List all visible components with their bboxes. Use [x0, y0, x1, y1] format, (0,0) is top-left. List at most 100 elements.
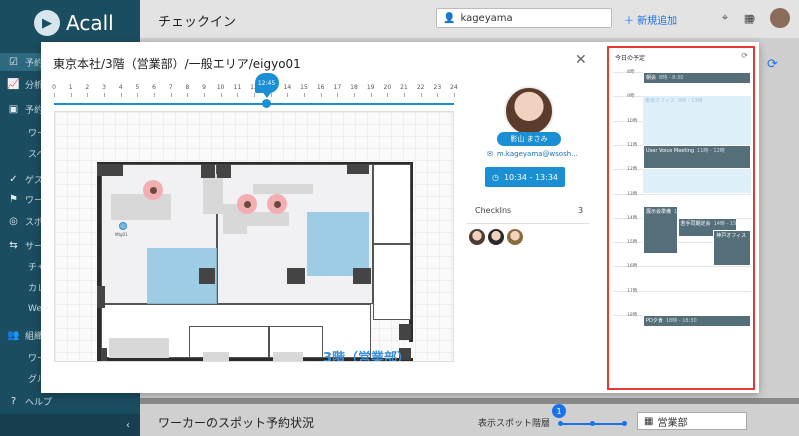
timeline-tick-label: 11: [233, 84, 242, 91]
timeline-tick-label: 16: [316, 84, 325, 91]
add-new-button[interactable]: ＋ 新規追加: [624, 12, 677, 27]
avatar[interactable]: [770, 8, 790, 28]
schedule-event[interactable]: PD夕食 18時 - 18:30: [643, 315, 751, 328]
timeline-current-label: 12:45: [254, 73, 279, 93]
timeline-tick: [437, 93, 439, 97]
search-value: kageyama: [460, 12, 513, 24]
checkin-time-button[interactable]: ◷ 10:34 - 13:34: [485, 167, 565, 187]
schedule-event-time: 11時 - 12時: [697, 147, 725, 154]
map-room: [189, 326, 269, 358]
globe-icon[interactable]: ⊕: [744, 11, 758, 25]
sidebar-collapse-bar[interactable]: ‹: [0, 414, 140, 436]
schedule-event-title: 朝会: [646, 75, 657, 81]
schedule-event-title: 神戸オフィス: [716, 232, 747, 239]
avatar[interactable]: [488, 229, 504, 245]
floor-select-value: 営業部: [657, 417, 688, 429]
map-pillar: [287, 268, 305, 284]
map-pin-icon[interactable]: ⌖: [718, 11, 732, 25]
sidebar-help[interactable]: ? ヘルプ: [8, 395, 52, 408]
bottom-bar: ワーカーのスポット予約状況 表示スポット階層 1 ▦ 営業部: [140, 404, 799, 436]
map-pillar: [347, 164, 369, 174]
schedule-event-time: 14:30 - 16時: [749, 233, 750, 239]
schedule-event-time: 14時 - 15時: [713, 220, 737, 227]
schedule-event-title: User Voice Meeting: [646, 147, 695, 154]
schedule-event[interactable]: 展示会準備13:30 - 15:30: [643, 205, 678, 255]
map-desk: [203, 352, 229, 361]
timeline-tick-label: 7: [168, 84, 173, 91]
timeline-tick-label: 18: [350, 84, 358, 91]
help-icon: ?: [10, 396, 17, 407]
timeline-tick-label: 15: [300, 84, 308, 91]
sidebar-item[interactable]: 👥 組織: [7, 326, 43, 344]
user-icon: [243, 200, 251, 208]
user-icon: [149, 186, 157, 194]
map-pillar: [399, 324, 411, 340]
today-schedule-panel: 今日の予定 ⟳ 8時 9時 10時 11時 12時 13時 14時 15時 16時 17時 18時 朝…: [607, 46, 755, 390]
map-pillar: [97, 286, 105, 308]
floor-level-pin[interactable]: 1: [552, 404, 566, 418]
timeline-tick: [387, 93, 389, 97]
sidebar-item-icon: ⇆: [9, 239, 18, 251]
sidebar-item[interactable]: ⚑ ワー: [8, 190, 43, 208]
sidebar-item[interactable]: ✓ ゲス: [8, 170, 43, 188]
checked-in-user-pin[interactable]: [267, 194, 287, 214]
schedule-event[interactable]: 神戸オフィス14:30 - 16時: [713, 229, 751, 267]
refresh-icon[interactable]: ⟳: [767, 57, 778, 72]
app-logo[interactable]: ▶ Acall: [34, 10, 114, 36]
timeline-tick-label: 8: [185, 84, 190, 91]
sidebar-item[interactable]: ▣ 予約: [8, 100, 43, 118]
schedule-hour-label: 18時: [627, 313, 638, 318]
schedule-event-time: 18時 - 18:30: [665, 318, 697, 324]
schedule-hour-label: 16時: [627, 264, 638, 270]
map-desk: [253, 184, 313, 194]
timeline-tick: [220, 93, 222, 97]
timeline-tick: [120, 93, 122, 97]
schedule-hour-label: 14時: [627, 215, 638, 221]
sidebar-item-icon: ⚑: [9, 193, 18, 205]
map-zone[interactable]: [307, 212, 369, 276]
sidebar-item[interactable]: ⇆ サー: [8, 236, 43, 254]
sidebar-item[interactable]: 📈 分析: [7, 75, 43, 93]
sidebar-item-icon: ▣: [8, 103, 19, 115]
spot-marker[interactable]: [119, 222, 127, 230]
schedule-hour-label: 9時: [627, 94, 635, 100]
floor-select[interactable]: ▦ 営業部: [637, 412, 747, 430]
floor-level-dot[interactable]: [590, 421, 595, 426]
building-icon: ▦: [644, 415, 654, 427]
avatar[interactable]: [507, 229, 523, 245]
floor-level-dot[interactable]: [622, 421, 627, 426]
close-icon[interactable]: ✕: [575, 52, 587, 68]
mail-icon: ✉: [487, 150, 493, 158]
schedule-event-title: 東京オフィス: [645, 98, 675, 105]
schedule-event[interactable]: 朝会 8時 - 8:30: [643, 72, 751, 85]
sidebar-item-icon: 👥: [7, 329, 20, 341]
user-search-icon: 👤: [443, 12, 456, 24]
checked-in-user-pin[interactable]: [237, 194, 257, 214]
sidebar-item-icon: 📈: [7, 78, 20, 90]
sidebar-item[interactable]: スペ: [8, 144, 45, 162]
sidebar-item[interactable]: ◎ スポ: [8, 212, 43, 230]
refresh-icon[interactable]: ⟳: [741, 51, 748, 60]
timeline-tick: [370, 93, 372, 97]
floor-level-dot[interactable]: [558, 421, 563, 426]
user-email[interactable]: ✉ m.kageyama@wsosh...: [487, 150, 578, 158]
timeline-tick-label: 6: [152, 84, 156, 91]
avatar[interactable]: [469, 229, 485, 245]
top-bar: チェックイン 👤 kageyama ＋ 新規追加 ⌖ ▦ ⊕: [140, 0, 799, 38]
timeline-tick-label: 22: [416, 84, 425, 91]
timeline-slider[interactable]: [54, 103, 454, 105]
checked-in-user-pin[interactable]: [143, 180, 163, 200]
timeline-tick-label: 4: [118, 84, 123, 91]
schedule-hour-label: 10時: [627, 118, 638, 124]
sidebar-item-icon: ☑: [9, 56, 18, 68]
schedule-event[interactable]: User Voice Meeting 11時 - 12時: [643, 144, 751, 170]
schedule-hour-label: 15時: [627, 240, 638, 246]
sidebar-item[interactable]: We: [8, 300, 42, 318]
search-input[interactable]: 👤 kageyama: [436, 8, 612, 28]
schedule-event-title: 若手同期定会: [680, 220, 711, 227]
timeline-tick: [87, 93, 89, 97]
timeline-knob[interactable]: [262, 99, 271, 108]
timeline-tick: [170, 93, 172, 97]
app-logo-text: Acall: [66, 11, 114, 35]
floor-map[interactable]: Mtg01 3階（営業部）: [54, 111, 454, 362]
